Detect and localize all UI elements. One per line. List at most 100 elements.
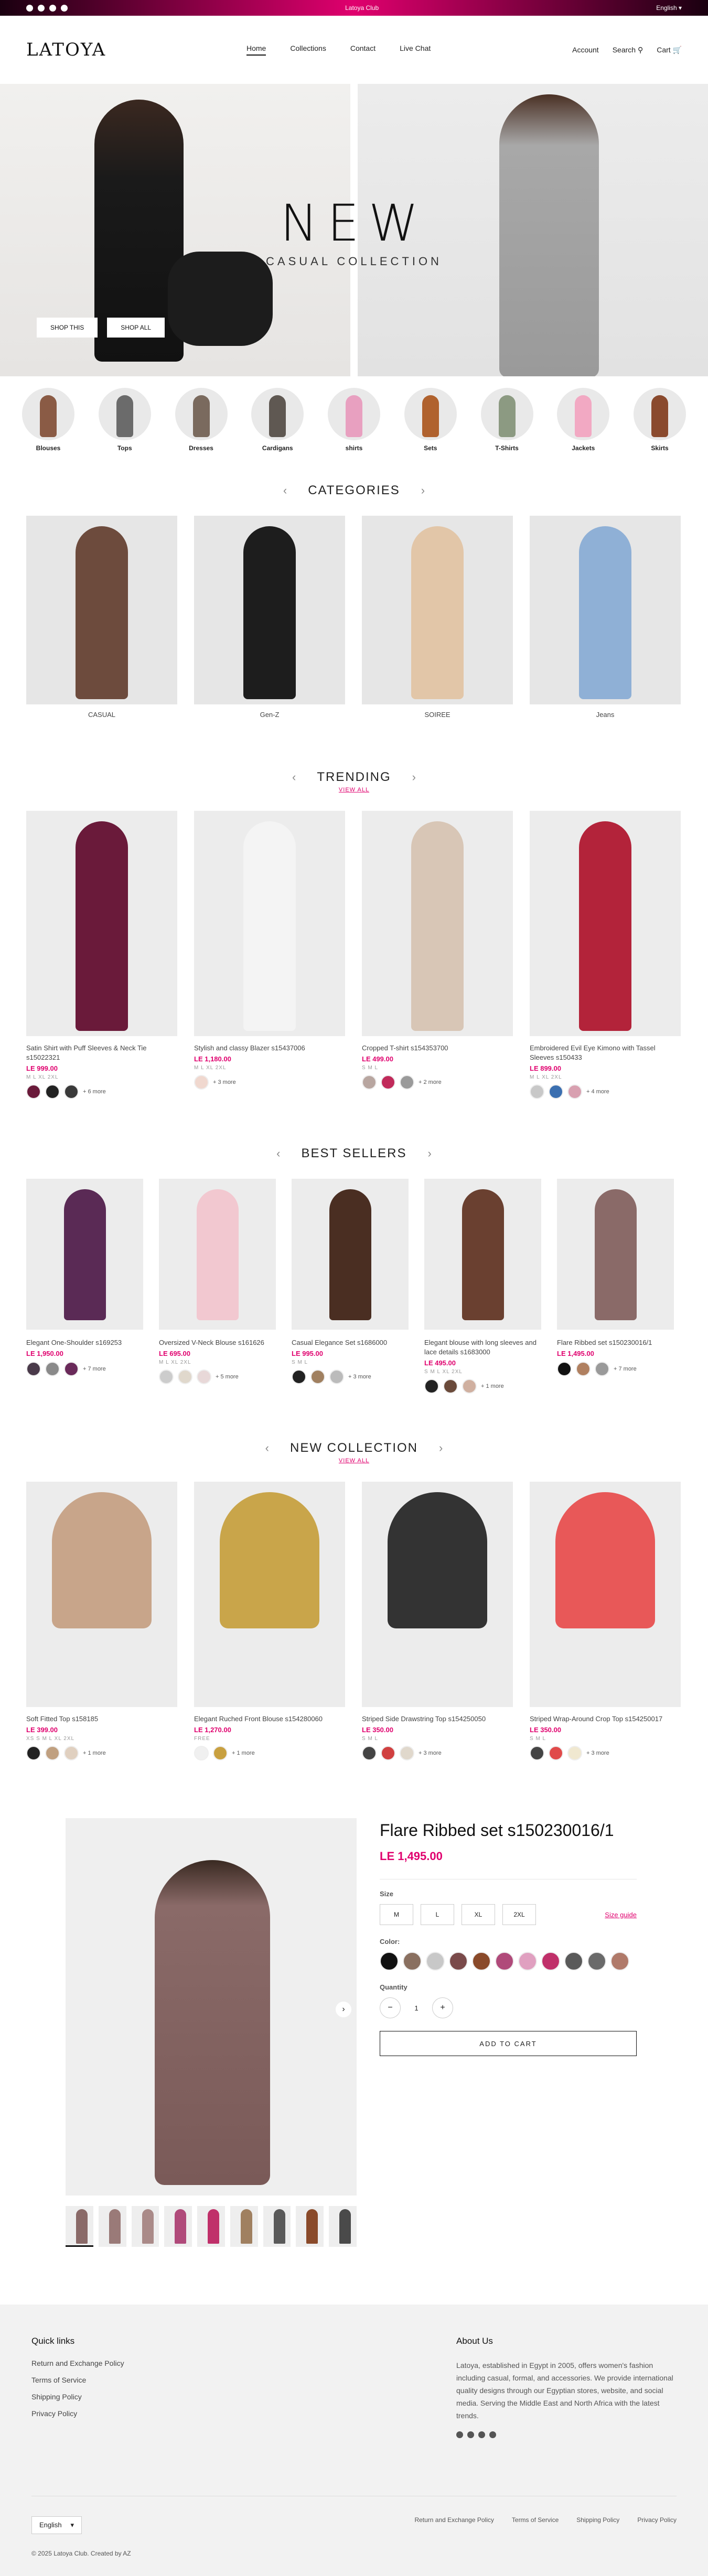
product-title[interactable]: Elegant blouse with long sleeves and lac… — [424, 1338, 541, 1357]
product-title[interactable]: Satin Shirt with Puff Sleeves & Neck Tie… — [26, 1044, 177, 1062]
nav-contact[interactable]: Contact — [350, 44, 376, 56]
prev-arrow-icon[interactable]: ‹ — [283, 484, 287, 497]
language-selector[interactable]: English ▾ — [656, 4, 682, 12]
product-card[interactable]: Soft Fitted Top s158185 LE 399.00 XS S M L… — [26, 1482, 177, 1760]
product-image[interactable] — [362, 1482, 513, 1707]
product-image[interactable] — [292, 1179, 409, 1330]
color-swatch[interactable] — [329, 1369, 344, 1384]
add-to-cart-button[interactable]: ADD TO CART — [380, 2031, 637, 2056]
color-swatch[interactable] — [26, 1362, 41, 1376]
footer-link[interactable]: Shipping Policy — [31, 2393, 124, 2401]
next-image-button[interactable]: › — [336, 2002, 351, 2017]
product-image[interactable] — [26, 1482, 177, 1707]
product-title[interactable]: Cropped T-shirt s154353700 — [362, 1044, 513, 1053]
category-circle[interactable]: Jackets — [556, 388, 610, 452]
product-card[interactable]: Flare Ribbed set s150230016/1 LE 1,495.00… — [557, 1179, 674, 1394]
color-option[interactable] — [380, 1952, 399, 1971]
tiktok-icon[interactable] — [489, 2431, 496, 2438]
color-swatch[interactable] — [424, 1379, 439, 1394]
size-option[interactable]: 2XL — [502, 1904, 536, 1925]
color-swatch[interactable] — [292, 1369, 306, 1384]
product-card[interactable]: Oversized V-Neck Blouse s161626 LE 695.00… — [159, 1179, 276, 1394]
thumbnail[interactable] — [263, 2206, 291, 2247]
color-swatch[interactable] — [362, 1075, 377, 1090]
facebook-icon[interactable] — [26, 4, 33, 12]
size-option[interactable]: M — [380, 1904, 413, 1925]
product-card[interactable]: Elegant Ruched Front Blouse s154280060 LE… — [194, 1482, 345, 1760]
color-option[interactable] — [587, 1952, 606, 1971]
product-card[interactable]: Stylish and classy Blazer s15437006 LE 1,… — [194, 811, 345, 1099]
category-card[interactable]: Jeans — [530, 516, 681, 719]
color-swatch[interactable] — [381, 1075, 395, 1090]
color-swatch[interactable] — [64, 1746, 79, 1760]
color-swatch[interactable] — [310, 1369, 325, 1384]
product-title[interactable]: Soft Fitted Top s158185 — [26, 1714, 177, 1724]
color-swatch[interactable] — [26, 1084, 41, 1099]
category-circle[interactable]: shirts — [327, 388, 381, 452]
product-image[interactable] — [557, 1179, 674, 1330]
footer-bottom-link[interactable]: Return and Exchange Policy — [414, 2516, 494, 2524]
category-circle[interactable]: Tops — [98, 388, 152, 452]
quantity-value[interactable]: 1 — [401, 2004, 432, 2012]
product-image[interactable] — [424, 1179, 541, 1330]
color-swatch[interactable] — [362, 1746, 377, 1760]
product-title[interactable]: Striped Side Drawstring Top s154250050 — [362, 1714, 513, 1724]
color-swatch[interactable] — [45, 1084, 60, 1099]
thumbnail[interactable] — [230, 2206, 258, 2247]
prev-arrow-icon[interactable]: ‹ — [292, 770, 296, 784]
product-image[interactable] — [159, 1179, 276, 1330]
color-swatch[interactable] — [45, 1746, 60, 1760]
color-swatch[interactable] — [197, 1369, 211, 1384]
color-swatch[interactable] — [26, 1746, 41, 1760]
category-card[interactable]: Gen-Z — [194, 516, 345, 719]
footer-bottom-link[interactable]: Terms of Service — [512, 2516, 559, 2524]
color-swatch[interactable] — [567, 1084, 582, 1099]
color-swatch[interactable] — [178, 1369, 192, 1384]
cart-button[interactable]: Cart 🛒 — [657, 46, 682, 55]
color-option[interactable] — [472, 1952, 491, 1971]
category-circle[interactable]: Skirts — [632, 388, 687, 452]
product-title[interactable]: Embroidered Evil Eye Kimono with Tassel … — [530, 1044, 681, 1062]
product-image[interactable] — [26, 1179, 143, 1330]
product-card[interactable]: Casual Elegance Set s1686000 LE 995.00 S M… — [292, 1179, 409, 1394]
logo[interactable]: LATOYA — [26, 39, 246, 60]
color-option[interactable] — [495, 1952, 514, 1971]
nav-collections[interactable]: Collections — [290, 44, 326, 56]
color-option[interactable] — [518, 1952, 537, 1971]
thumbnail[interactable] — [98, 2206, 126, 2247]
footer-language-select[interactable]: English ▾ — [31, 2516, 82, 2534]
shop-this-button[interactable]: SHOP THIS — [37, 318, 98, 338]
prev-arrow-icon[interactable]: ‹ — [276, 1147, 280, 1160]
thumbnail[interactable] — [164, 2206, 192, 2247]
color-swatch[interactable] — [462, 1379, 477, 1394]
category-circle[interactable]: Cardigans — [250, 388, 305, 452]
next-arrow-icon[interactable]: › — [412, 770, 416, 784]
product-card[interactable]: Cropped T-shirt s154353700 LE 499.00 S M L… — [362, 811, 513, 1099]
product-image[interactable] — [194, 811, 345, 1036]
size-option[interactable]: XL — [462, 1904, 495, 1925]
category-circle[interactable]: Dresses — [174, 388, 229, 452]
facebook-icon[interactable] — [456, 2431, 463, 2438]
color-swatch[interactable] — [64, 1084, 79, 1099]
footer-link[interactable]: Privacy Policy — [31, 2409, 124, 2418]
product-image[interactable] — [362, 811, 513, 1036]
view-all-link[interactable]: VIEW ALL — [0, 1458, 708, 1464]
product-image[interactable] — [530, 1482, 681, 1707]
product-title[interactable]: Flare Ribbed set s150230016/1 — [557, 1338, 674, 1347]
color-option[interactable] — [426, 1952, 445, 1971]
instagram-icon[interactable] — [467, 2431, 474, 2438]
color-swatch[interactable] — [549, 1746, 563, 1760]
plus-icon[interactable]: + — [432, 1997, 453, 2018]
color-option[interactable] — [541, 1952, 560, 1971]
size-guide-link[interactable]: Size guide — [605, 1911, 637, 1919]
size-option[interactable]: L — [421, 1904, 454, 1925]
footer-link[interactable]: Terms of Service — [31, 2376, 124, 2384]
whatsapp-icon[interactable] — [49, 4, 56, 12]
color-swatch[interactable] — [64, 1362, 79, 1376]
nav-home[interactable]: Home — [246, 44, 266, 56]
next-arrow-icon[interactable]: › — [421, 484, 425, 497]
product-title[interactable]: Oversized V-Neck Blouse s161626 — [159, 1338, 276, 1347]
thumbnail[interactable] — [329, 2206, 357, 2247]
color-swatch[interactable] — [557, 1362, 572, 1376]
product-image[interactable] — [530, 811, 681, 1036]
